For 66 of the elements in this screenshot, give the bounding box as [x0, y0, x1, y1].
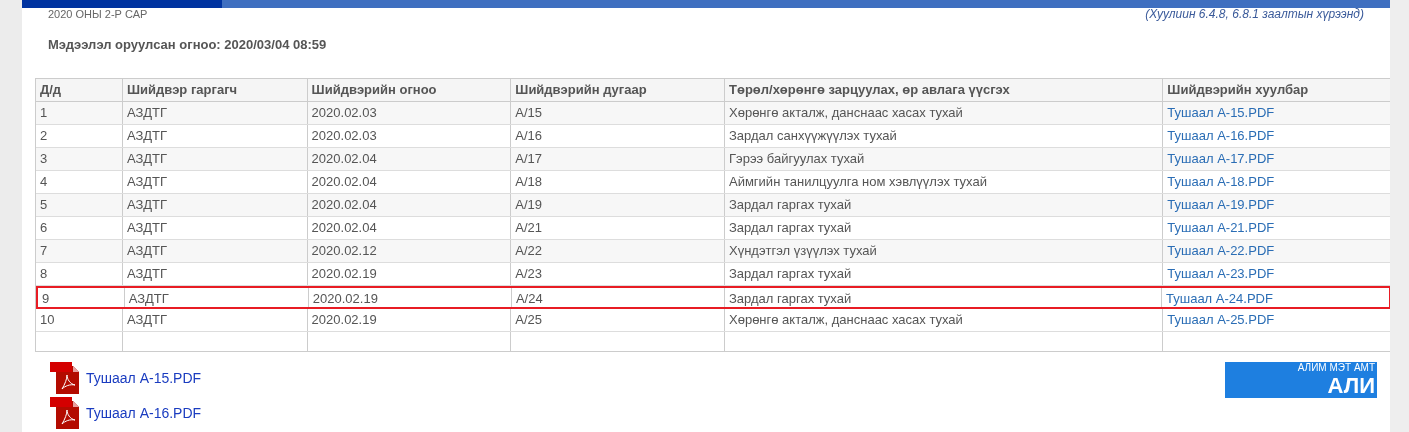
attachment-link[interactable]: Тушаал А-15.PDF [86, 367, 202, 389]
table-cell: 2020.02.03 [306, 125, 511, 147]
column-header: Төрөл/хөрөнгө зарцуулах, өр авлага үүсгэх [724, 79, 1163, 101]
table-cell: А/15 [510, 102, 724, 124]
table-cell: АЗДТГ [121, 309, 307, 331]
table-cell: Зардал гаргах тухай [724, 194, 1163, 216]
column-header: Д/д [39, 81, 63, 99]
table-cell: А/24 [510, 288, 724, 307]
table-cell: Гэрээ байгуулах тухай [724, 148, 1163, 170]
promo-banner[interactable]: АЛИМ МЭТ АМТ АЛИ [1225, 362, 1377, 398]
table-cell: Хүндэтгэл үзүүлэх тухай [724, 240, 1163, 262]
table-cell: АЗДТГ [121, 240, 307, 262]
entry-date-text: Мэдээлэл оруулсан огноо: 2020/03/04 08:59 [48, 37, 327, 52]
period-heading: 2020 ОНЫ 2-Р САР [48, 8, 148, 20]
table-cell: Хөрөнгө акталж, данснаас хасах тухай [724, 102, 1163, 124]
table-cell: Зардал гаргах тухай [724, 288, 1161, 307]
table-cell: 2020.02.04 [306, 171, 511, 193]
column-header: Шийдвэр гаргагч [121, 79, 307, 101]
table-cell-text: 10 [39, 311, 56, 329]
table-cell: АЗДТГ [123, 288, 308, 307]
table-cell-text: 7 [39, 242, 49, 260]
table-cell: А/16 [510, 125, 724, 147]
table-cell: А/19 [510, 194, 724, 216]
table-cell: А/17 [510, 148, 724, 170]
table-cell: 2020.02.04 [306, 217, 511, 239]
table-cell: АЗДТГ [121, 148, 307, 170]
table-cell-text: 8 [39, 265, 49, 283]
table-cell: Зардал гаргах тухай [724, 263, 1163, 285]
table-cell: 2020.02.19 [306, 309, 511, 331]
table-cell: А/22 [510, 240, 724, 262]
pdf-file-icon [50, 397, 82, 429]
banner-headline: АЛИ [1327, 374, 1375, 398]
table-cell-text: 6 [39, 219, 49, 237]
banner-caption: АЛИМ МЭТ АМТ [1297, 362, 1375, 374]
table-cell: АЗДТГ [121, 102, 307, 124]
table-cell: 2020.02.04 [306, 194, 511, 216]
table-cell-text: 1 [39, 104, 49, 122]
table-cell: АЗДТГ [121, 217, 307, 239]
table-cell-text: 2 [39, 127, 49, 145]
table-cell: Зардал гаргах тухай [724, 217, 1163, 239]
column-header: Шийдвэрийн огноо [306, 79, 511, 101]
table-cell-text: 3 [39, 150, 49, 168]
table-cell-text: 9 [41, 290, 51, 307]
table-cell: АЗДТГ [121, 194, 307, 216]
table-cell-text: 5 [39, 196, 49, 214]
table-cell: 2020.02.03 [306, 102, 511, 124]
table-cell: 2020.02.19 [307, 288, 511, 307]
table-cell: А/21 [510, 217, 724, 239]
table-cell: А/25 [510, 309, 724, 331]
table-cell: А/23 [510, 263, 724, 285]
table-cell: 2020.02.04 [306, 148, 511, 170]
table-cell: А/18 [510, 171, 724, 193]
table-cell-text: 4 [39, 173, 49, 191]
file-link[interactable]: Тушаал А-24.PDF [1161, 288, 1389, 307]
table-cell: Зардал санхүүжүүлэх тухай [724, 125, 1163, 147]
legal-note: (Хуулиин 6.4.8, 6.8.1 заалтын хүрээнд) [1145, 8, 1364, 20]
table-cell: Аймгийн танилцуулга ном хэвлүүлэх тухай [724, 171, 1163, 193]
table-cell: АЗДТГ [121, 263, 307, 285]
table-cell: АЗДТГ [121, 171, 307, 193]
pdf-file-icon [50, 362, 82, 394]
table-cell: 2020.02.19 [306, 263, 511, 285]
attachment-link[interactable]: Тушаал А-16.PDF [86, 402, 202, 424]
table-cell: 2020.02.12 [306, 240, 511, 262]
column-header: Шийдвэрийн дугаар [510, 79, 724, 101]
table-cell: Хөрөнгө акталж, данснаас хасах тухай [724, 309, 1163, 331]
table-cell: АЗДТГ [121, 125, 307, 147]
